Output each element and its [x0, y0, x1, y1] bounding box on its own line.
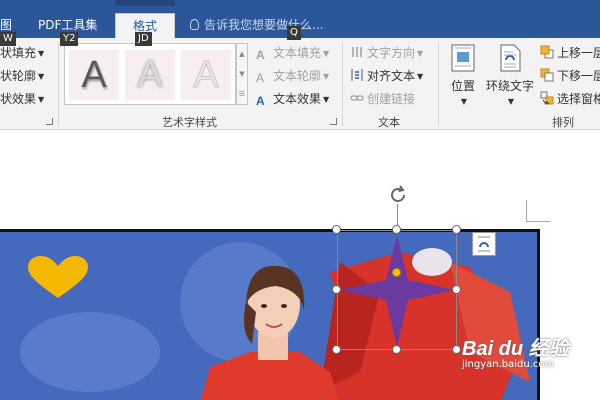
text-direction-button[interactable]: 文字方向 ▼: [350, 43, 423, 63]
keytip-jd: JD: [135, 32, 152, 46]
text-effect-label: 文本效果: [273, 92, 322, 106]
create-link-button[interactable]: 创建链接: [350, 89, 415, 109]
wrap-text-label: 环绕文字: [485, 79, 534, 93]
selection-pane-label: 选择窗格: [557, 92, 600, 106]
resize-handle-bottom-left[interactable]: [332, 345, 341, 354]
text-fill-icon: A: [256, 48, 265, 62]
chevron-down-icon: ▼: [460, 97, 468, 106]
inserted-photo[interactable]: [0, 229, 540, 400]
align-text-button[interactable]: 对齐文本 ▼: [350, 66, 423, 86]
shape-fill-button[interactable]: 状填充 ▼: [0, 43, 44, 63]
chevron-down-icon: ▼: [417, 49, 424, 58]
heart-shape[interactable]: [28, 256, 88, 300]
wordart-group-label: 艺术字样式: [162, 116, 217, 129]
group-separator: [58, 42, 59, 126]
text-outline-icon: A: [256, 71, 265, 85]
resize-handle-right[interactable]: [452, 285, 461, 294]
resize-handle-top[interactable]: [392, 225, 401, 234]
group-separator: [438, 42, 439, 126]
chevron-down-icon: ▼: [38, 95, 45, 104]
position-label: 位置: [450, 79, 475, 93]
bring-forward-label: 上移一层: [557, 46, 600, 60]
send-backward-label: 下移一层: [557, 69, 600, 83]
align-text-icon: [350, 68, 364, 82]
wordart-style-2[interactable]: A: [125, 50, 175, 100]
keytip-w: W: [0, 32, 16, 46]
shape-fill-label: 状填充: [0, 46, 37, 60]
text-fill-label: 文本填充: [273, 46, 322, 60]
wordart-style-3[interactable]: A: [181, 50, 231, 100]
group-separator: [342, 42, 343, 126]
arrange-group-label: 排列: [552, 116, 574, 129]
position-icon: [451, 44, 475, 72]
keytip-y2: Y2: [60, 32, 79, 46]
resize-handle-bottom-right[interactable]: [452, 345, 461, 354]
resize-handle-top-right[interactable]: [452, 225, 461, 234]
scroll-down-icon[interactable]: ▼: [237, 64, 247, 84]
chevron-down-icon: ▼: [38, 72, 45, 81]
shape-outline-button[interactable]: 状轮廓 ▼: [0, 66, 44, 86]
tell-me-text: 告诉我您想要做什么...: [204, 18, 324, 32]
wordart-gallery[interactable]: A A A: [64, 43, 236, 105]
selection-pane-button[interactable]: 选择窗格: [540, 89, 600, 109]
baidu-watermark: Bai du 经验 jingyan.baidu.com: [462, 332, 569, 370]
ribbon: 状填充 ▼ 状轮廓 ▼ 状效果 ▼ A A A ▲ ▼ ☰ A 文本填充 ▼ A 文本轮廓 ▼…: [0, 38, 600, 130]
chevron-down-icon: ▼: [323, 95, 330, 104]
position-button[interactable]: 位置 ▼: [446, 44, 480, 108]
tell-me-search[interactable]: 告诉我您想要做什么...: [190, 13, 323, 37]
wrap-text-icon: [500, 44, 521, 72]
page-margin-mark: [526, 200, 550, 222]
contextual-tab-header: [115, 0, 175, 6]
text-direction-icon: [350, 45, 364, 59]
bring-forward-icon: [540, 45, 554, 59]
resize-handle-bottom[interactable]: [392, 345, 401, 354]
wordart-style-1[interactable]: A: [69, 50, 119, 100]
gallery-more-icon[interactable]: ☰: [237, 84, 247, 104]
link-icon: [350, 91, 364, 105]
layout-options-icon: [478, 236, 490, 252]
keytip-q: Q: [287, 26, 301, 40]
wrap-text-button[interactable]: 环绕文字 ▼: [484, 44, 536, 108]
send-backward-button[interactable]: 下移一层: [540, 66, 600, 86]
selection-pane-icon: [540, 91, 554, 105]
text-outline-button[interactable]: A 文本轮廓 ▼: [256, 66, 329, 86]
scroll-up-icon[interactable]: ▲: [237, 44, 247, 64]
text-direction-label: 文字方向: [367, 46, 416, 60]
shape-effect-button[interactable]: 状效果 ▼: [0, 89, 44, 109]
chevron-down-icon: ▼: [507, 97, 515, 106]
text-group-label: 文本: [378, 116, 400, 129]
selection-frame: [337, 230, 457, 350]
lightbulb-icon: [190, 19, 199, 30]
create-link-label: 创建链接: [367, 92, 416, 106]
watermark-url: jingyan.baidu.com: [462, 359, 555, 370]
rotate-handle-icon[interactable]: [387, 184, 409, 206]
layout-options-button[interactable]: [472, 232, 496, 256]
text-outline-label: 文本轮廓: [273, 69, 322, 83]
resize-handle-left[interactable]: [332, 285, 341, 294]
gallery-scroller[interactable]: ▲ ▼ ☰: [236, 43, 248, 105]
chevron-down-icon: ▼: [38, 49, 45, 58]
watermark-logo: Bai du 经验: [462, 338, 569, 360]
send-backward-icon: [540, 68, 554, 82]
wordart-launcher-icon[interactable]: [330, 118, 337, 125]
shape-effect-label: 状效果: [0, 92, 37, 106]
text-effect-button[interactable]: A 文本效果 ▼: [256, 89, 329, 109]
resize-handle-top-left[interactable]: [332, 225, 341, 234]
adjust-handle[interactable]: [392, 268, 401, 277]
text-effect-icon: A: [256, 94, 265, 108]
text-fill-button[interactable]: A 文本填充 ▼: [256, 43, 329, 63]
chevron-down-icon: ▼: [417, 72, 424, 81]
shape-outline-label: 状轮廓: [0, 69, 37, 83]
chevron-down-icon: ▼: [323, 72, 330, 81]
bring-forward-button[interactable]: 上移一层: [540, 43, 600, 63]
shape-styles-launcher-icon[interactable]: [46, 118, 53, 125]
chevron-down-icon: ▼: [323, 49, 330, 58]
align-text-label: 对齐文本: [367, 69, 416, 83]
